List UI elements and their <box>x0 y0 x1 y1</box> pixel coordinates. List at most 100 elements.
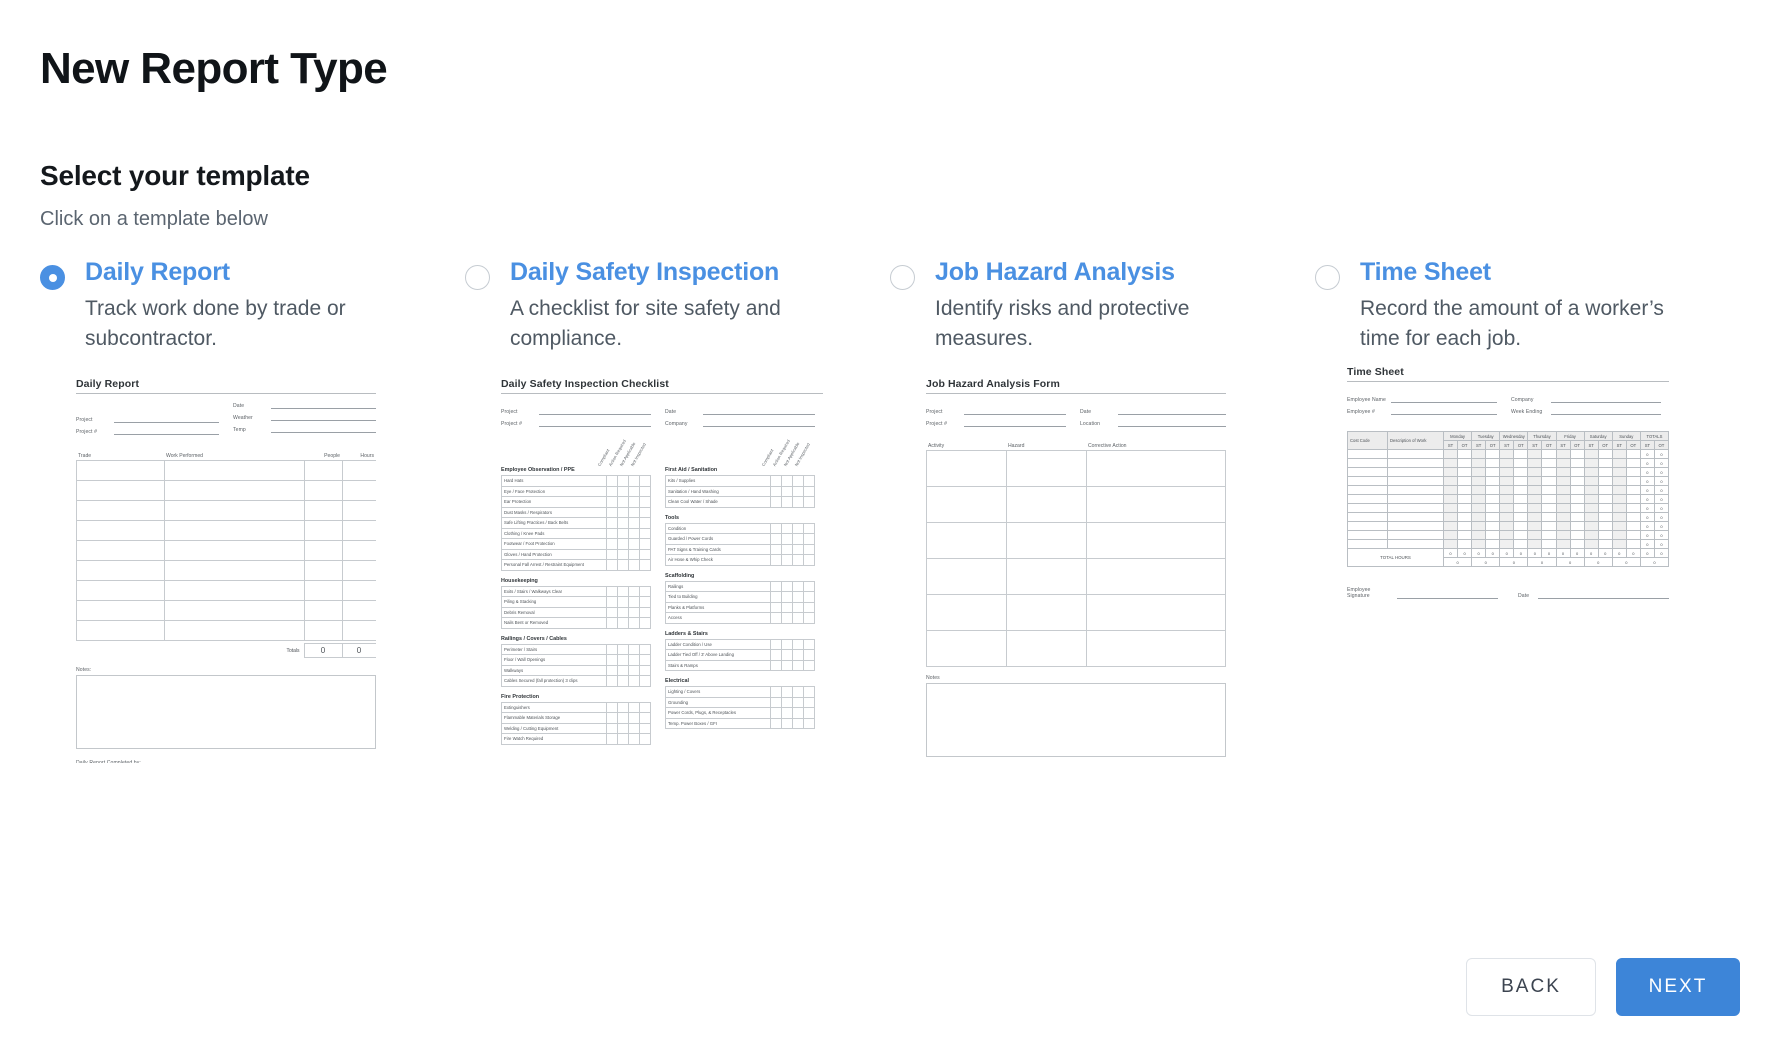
row-total: 0 <box>1639 449 1655 459</box>
table-row <box>76 600 376 621</box>
radio-job-hazard-analysis[interactable] <box>890 265 915 290</box>
back-button[interactable]: BACK <box>1466 958 1596 1016</box>
checklist-section: First Aid / Sanitation Kits / Supplies S… <box>665 467 815 508</box>
checklist-item: Fire Watch Required <box>501 733 607 745</box>
checklist-row: Personal Fall Arrest / Restraint Equipme… <box>501 559 651 571</box>
total-value: 0 <box>1485 548 1501 558</box>
table-row <box>76 520 376 541</box>
row-total: 0 <box>1653 494 1669 504</box>
template-description-daily-report: Track work done by trade or subcontracto… <box>85 297 346 351</box>
checklist-row: Ladder Tied Off / 3' Above Landing <box>665 649 815 661</box>
thumbnail-time-sheet[interactable]: Time Sheet Employee Name Employee # Comp… <box>1347 366 1669 751</box>
section-header: Scaffolding <box>665 572 695 579</box>
checklist-section: Fire Protection Extinguishers Flammable … <box>501 694 651 745</box>
sub-header: ST <box>1639 440 1655 450</box>
template-description-daily-safety-inspection: A checklist for site safety and complian… <box>510 297 781 351</box>
col-header: Trade <box>78 452 92 459</box>
field-label: Location <box>1080 421 1101 427</box>
checklist-row: Ladder Condition / Use <box>665 638 815 650</box>
field-label: Project # <box>501 421 523 427</box>
checklist-item: Stairs & Ramps <box>665 659 771 671</box>
preview-title: Job Hazard Analysis Form <box>926 378 1060 390</box>
row-total: 0 <box>1653 539 1669 549</box>
checklist-item: Kits / Supplies <box>665 475 771 487</box>
total-value: 0 <box>1583 548 1599 558</box>
checklist-item: Debris Removal <box>501 606 607 618</box>
table-row <box>926 522 1226 559</box>
checklist-table: Exits / Stairs / Walkways Clear Piling &… <box>501 585 651 629</box>
notes-label: Notes <box>926 675 940 681</box>
total-hours-label: TOTAL HOURS <box>1347 548 1444 567</box>
template-label-time-sheet[interactable]: Time Sheet <box>1360 258 1491 287</box>
timesheet-row: 00 <box>1347 476 1669 486</box>
checklist-row: Guarded / Power Cords <box>665 533 815 545</box>
checklist-item: Hard Hats <box>501 475 607 487</box>
field-line <box>539 426 651 427</box>
field-label: Employee # <box>1347 409 1375 415</box>
radio-daily-report[interactable] <box>40 265 65 290</box>
checklist-row: Welding / Cutting Equipment <box>501 722 651 734</box>
sub-header: ST <box>1555 440 1571 450</box>
checklist-row: Flammable Materials Storage <box>501 712 651 724</box>
row-total: 0 <box>1639 476 1655 486</box>
timesheet-row: 00 <box>1347 485 1669 495</box>
table-row <box>76 620 376 641</box>
field-line <box>1551 414 1661 415</box>
col-header: Activity <box>928 442 945 449</box>
template-label-daily-report[interactable]: Daily Report <box>85 258 230 287</box>
section-header: Fire Protection <box>501 693 540 700</box>
radio-time-sheet[interactable] <box>1315 265 1340 290</box>
row-total: 0 <box>1653 458 1669 468</box>
checklist-item: Guarded / Power Cords <box>665 533 771 545</box>
row-total: 0 <box>1639 521 1655 531</box>
checklist-table: Extinguishers Flammable Materials Storag… <box>501 701 651 745</box>
radio-daily-safety-inspection[interactable] <box>465 265 490 290</box>
checklist-table: Ladder Condition / Use Ladder Tied Off /… <box>665 638 815 672</box>
checklist-row: Footwear / Foot Protection <box>501 538 651 550</box>
section-header: Railings / Covers / Cables <box>501 635 567 642</box>
timesheet-table: Cost Code Description of Work Monday Tue… <box>1347 431 1669 567</box>
checklist-row: Exits / Stairs / Walkways Clear <box>501 585 651 597</box>
checklist-section: Electrical Lighting / Covers Grounding P… <box>665 678 815 729</box>
checklist-row: Hard Hats <box>501 475 651 487</box>
checklist-item: Extinguishers <box>501 701 607 713</box>
template-description-job-hazard-analysis: Identify risks and protective measures. <box>935 297 1190 351</box>
next-button[interactable]: NEXT <box>1616 958 1740 1016</box>
field-line <box>1551 402 1661 403</box>
field-label: Date <box>1080 409 1092 415</box>
field-line <box>1397 598 1498 599</box>
checklist-row: PAT Signs & Training Cards <box>665 543 815 555</box>
totals-label: Totals <box>286 647 300 654</box>
field-label: Date <box>665 409 677 415</box>
template-description-time-sheet: Record the amount of a worker’s time for… <box>1360 297 1664 351</box>
timesheet-header-row: Cost Code Description of Work Monday Tue… <box>1347 431 1669 450</box>
field-label: Company <box>665 421 688 427</box>
checklist-row: Floor / Wall Openings <box>501 654 651 666</box>
day-header: Monday <box>1442 431 1473 441</box>
divider <box>76 393 376 394</box>
checklist-section: Housekeeping Exits / Stairs / Walkways C… <box>501 578 651 629</box>
divider <box>1347 381 1669 382</box>
sub-header: OT <box>1457 440 1473 450</box>
checklist-item: Lighting / Covers <box>665 686 771 698</box>
table-row <box>926 486 1226 523</box>
thumbnail-daily-report[interactable]: Daily Report Project Project # Date Weat… <box>76 378 376 763</box>
checklist-item: Temp. Power Boxes / GFI <box>665 717 771 729</box>
checklist-row: Piling & Stacking <box>501 596 651 608</box>
checklist-item: Perimeter / Stairs <box>501 643 607 655</box>
table-row <box>926 630 1226 667</box>
day-header: Friday <box>1555 431 1585 441</box>
table-row <box>76 460 376 481</box>
grand-total: 0 <box>1442 557 1473 567</box>
field-label: Date <box>1518 593 1530 599</box>
template-label-daily-safety-inspection[interactable]: Daily Safety Inspection <box>510 258 779 287</box>
checklist-section: Scaffolding Railings Tied to Building Pl… <box>665 573 815 624</box>
thumbnail-daily-safety-inspection[interactable]: Daily Safety Inspection Checklist Projec… <box>501 378 823 763</box>
thumbnail-job-hazard-analysis[interactable]: Job Hazard Analysis Form Project Project… <box>926 378 1226 763</box>
sub-header: ST <box>1442 440 1459 450</box>
checklist-row: Lighting / Covers <box>665 686 815 698</box>
template-label-job-hazard-analysis[interactable]: Job Hazard Analysis <box>935 258 1175 287</box>
field-line <box>1118 426 1226 427</box>
checklist-item: Walkways <box>501 664 607 676</box>
row-total: 0 <box>1653 467 1669 477</box>
